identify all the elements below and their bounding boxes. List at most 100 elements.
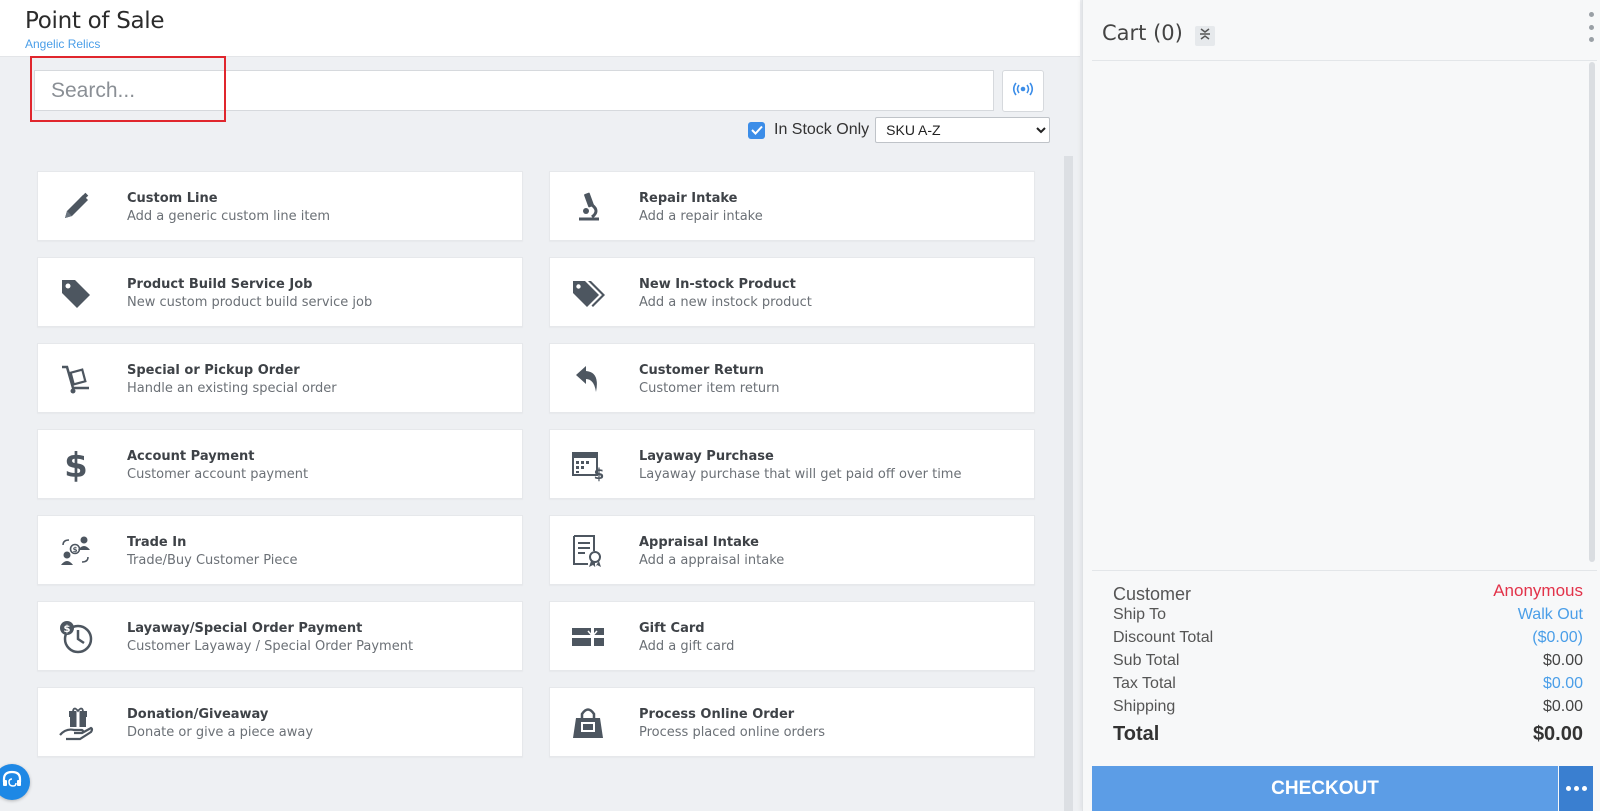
tile-special-pickup-order[interactable]: Special or Pickup Order Handle an existi… [37,343,523,413]
pencil-icon [56,187,96,227]
calendar-dollar-icon: $ [568,445,608,485]
page-title: Point of Sale [25,8,165,34]
tile-product-build-service-job[interactable]: Product Build Service Job New custom pro… [37,257,523,327]
tax-row: Tax Total $0.00 [1113,675,1583,698]
kebab-dot-icon [1588,37,1594,42]
in-stock-label: In Stock Only [774,121,870,138]
tile-title: Layaway/Special Order Payment [127,621,363,636]
tile-customer-return[interactable]: Customer Return Customer item return [549,343,1035,413]
sort-select[interactable]: SKU A-Z [875,117,1051,143]
tax-label: Tax Total [1113,675,1176,692]
tile-gift-card[interactable]: Gift Card Add a gift card [549,601,1035,671]
tile-subtitle: Handle an existing special order [127,381,337,396]
order-summary: Customer Anonymous Ship To Walk Out Disc… [1113,580,1583,753]
customer-row: Customer Anonymous [1113,580,1583,606]
collapse-button[interactable] [1195,26,1215,46]
tile-subtitle: Process placed online orders [639,725,826,740]
shipping-value: $0.00 [1542,698,1583,715]
tile-new-in-stock-product[interactable]: New In-stock Product Add a new instock p… [549,257,1035,327]
help-chat-button[interactable] [0,764,30,800]
tile-repair-intake[interactable]: Repair Intake Add a repair intake [549,171,1035,241]
certificate-icon [568,531,608,571]
gift-card-icon [568,617,608,657]
tile-process-online-order[interactable]: Process Online Order Process placed onli… [549,687,1035,757]
svg-text:$: $ [594,465,604,483]
checkmark-icon [750,125,763,135]
tile-title: Custom Line [127,191,218,206]
tile-subtitle: Add a appraisal intake [639,553,785,568]
checkout-button[interactable]: CHECKOUT [1092,766,1558,811]
discount-label: Discount Total [1113,629,1214,646]
shopping-bag-icon [568,703,608,743]
customer-link[interactable]: Anonymous [1493,581,1583,601]
microscope-icon [568,187,608,227]
tile-layaway-purchase[interactable]: $ Layaway Purchase Layaway purchase that… [549,429,1035,499]
tile-trade-in[interactable]: $ Trade In Trade/Buy Customer Piece [37,515,523,585]
cart-title: Cart (0) [1102,21,1183,45]
tile-subtitle: Customer account payment [127,467,309,482]
tile-subtitle: Add a repair intake [639,209,763,224]
filter-row: In Stock Only SKU A-Z [748,117,1051,143]
total-label: Total [1113,723,1160,745]
tile-subtitle: Customer Layaway / Special Order Payment [127,639,414,654]
tile-subtitle: Customer item return [639,381,780,396]
tag-icon [56,273,96,313]
broadcast-icon [1011,82,1035,101]
hand-gift-icon [56,703,96,743]
tile-title: Donation/Giveaway [127,707,269,722]
tile-layaway-special-order-payment[interactable]: $ Layaway/Special Order Payment Customer… [37,601,523,671]
trade-exchange-icon: $ [56,531,96,571]
kebab-dot-icon [1588,12,1594,17]
clock-dollar-icon: $ [56,617,96,657]
customer-label: Customer [1113,584,1192,604]
checkout-more-button[interactable] [1559,766,1593,811]
svg-text:$: $ [64,447,88,483]
total-value: $0.00 [1532,723,1583,745]
tile-title: Product Build Service Job [127,277,313,292]
more-dot-icon [1573,786,1579,791]
tile-subtitle: Add a gift card [639,639,735,654]
in-stock-checkbox[interactable] [748,121,765,139]
ship-to-link[interactable]: Walk Out [1518,606,1583,624]
total-row: Total $0.00 [1113,723,1583,753]
cart-scrollbar[interactable] [1589,62,1595,562]
cart-items-list [1092,60,1597,571]
dolly-icon [56,359,96,399]
tile-title: Trade In [127,535,187,550]
tile-title: Process Online Order [639,707,795,722]
svg-text:$: $ [64,624,71,635]
cart-menu-button[interactable] [1585,12,1597,42]
tax-link[interactable]: $0.00 [1543,675,1583,693]
tile-account-payment[interactable]: $ Account Payment Customer account payme… [37,429,523,499]
discount-row: Discount Total ($0.00) [1113,629,1583,652]
scan-button[interactable] [1002,70,1044,112]
tile-subtitle: Trade/Buy Customer Piece [127,553,298,568]
tile-title: New In-stock Product [639,277,796,292]
store-name-link[interactable]: Angelic Relics [25,37,100,51]
tile-appraisal-intake[interactable]: Appraisal Intake Add a appraisal intake [549,515,1035,585]
tile-custom-line[interactable]: Custom Line Add a generic custom line it… [37,171,523,241]
tile-subtitle: Add a new instock product [639,295,812,310]
more-dot-icon [1581,786,1587,791]
reply-arrow-icon [568,359,608,399]
tile-title: Account Payment [127,449,255,464]
page-header: Point of Sale Angelic Relics [0,0,1080,57]
tile-donation-giveaway[interactable]: Donation/Giveaway Donate or give a piece… [37,687,523,757]
tile-title: Gift Card [639,621,705,636]
shipping-row: Shipping $0.00 [1113,698,1583,721]
svg-text:$: $ [73,546,78,554]
subtotal-row: Sub Total $0.00 [1113,652,1583,675]
search-input[interactable] [34,70,994,111]
main-scrollbar[interactable] [1064,156,1073,811]
ship-to-row: Ship To Walk Out [1113,606,1583,629]
tile-subtitle: Donate or give a piece away [127,725,314,740]
shipping-label: Shipping [1113,698,1176,715]
tile-title: Special or Pickup Order [127,363,300,378]
more-dot-icon [1565,786,1571,791]
tile-subtitle: Add a generic custom line item [127,209,331,224]
dollar-icon: $ [56,445,96,485]
kebab-dot-icon [1588,24,1594,30]
ship-to-label: Ship To [1113,606,1167,623]
tile-title: Customer Return [639,363,764,378]
discount-link[interactable]: ($0.00) [1532,629,1583,647]
